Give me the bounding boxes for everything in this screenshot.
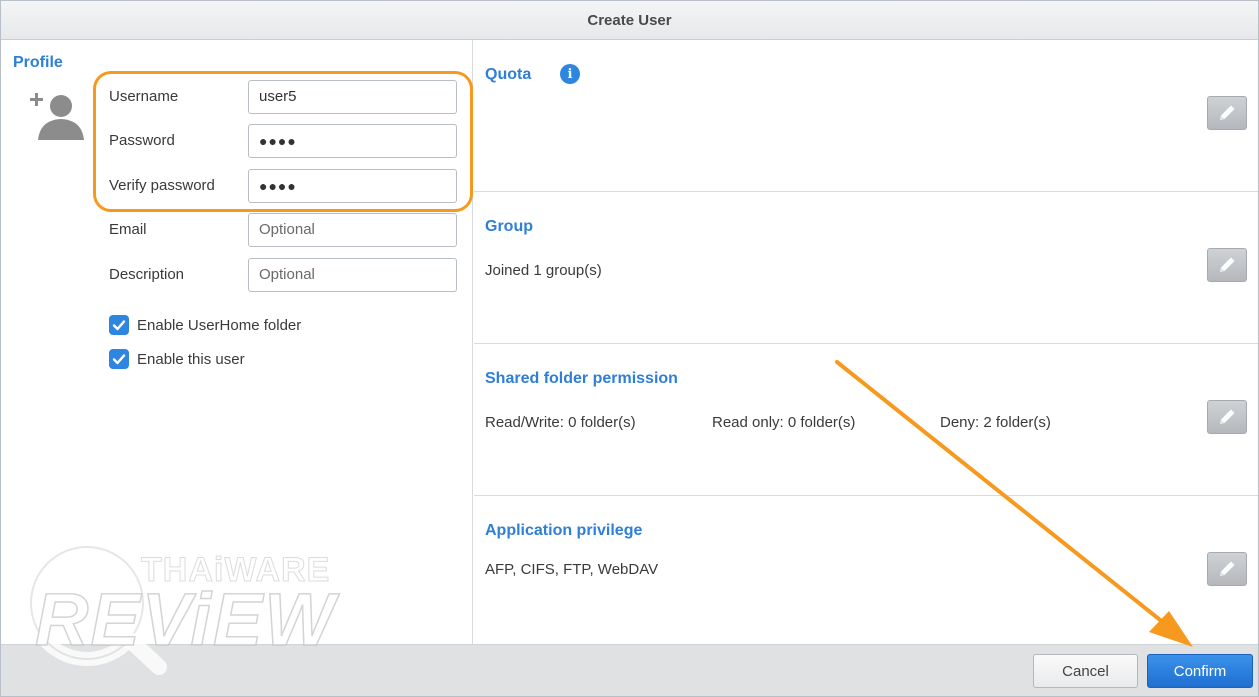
enable-user-checkbox-row[interactable]: Enable this user xyxy=(109,348,245,370)
edit-shared-folder-button[interactable] xyxy=(1207,400,1247,434)
info-icon[interactable]: i xyxy=(560,64,580,84)
pencil-icon xyxy=(1220,561,1235,576)
confirm-button[interactable]: Confirm xyxy=(1147,654,1253,688)
description-input[interactable]: Optional xyxy=(248,258,457,292)
email-input[interactable]: Optional xyxy=(248,213,457,247)
watermark-logo: THAiWARE REViEW xyxy=(19,541,379,676)
checkbox-checked-icon[interactable] xyxy=(109,315,129,335)
pencil-icon xyxy=(1220,105,1235,120)
email-label: Email xyxy=(109,221,147,238)
app-privilege-summary: AFP, CIFS, FTP, WebDAV xyxy=(485,561,659,578)
deny-count: Deny: 2 folder(s) xyxy=(940,414,1051,431)
enable-user-checkbox-label: Enable this user xyxy=(137,350,245,368)
profile-heading: Profile xyxy=(13,54,63,71)
description-label: Description xyxy=(109,266,185,283)
userhome-checkbox-row[interactable]: Enable UserHome folder xyxy=(109,314,301,336)
cancel-button[interactable]: Cancel xyxy=(1033,654,1138,688)
email-row: Email Optional xyxy=(108,213,458,247)
create-user-dialog: Create User Profile Username user5 Passw… xyxy=(0,0,1259,697)
app-privilege-heading: Application privilege xyxy=(485,522,643,539)
read-write-count: Read/Write: 0 folder(s) xyxy=(485,414,636,431)
quota-heading: Quota xyxy=(485,66,532,83)
group-section: Group Joined 1 group(s) xyxy=(474,192,1258,344)
pencil-icon xyxy=(1220,409,1235,424)
edit-group-button[interactable] xyxy=(1207,248,1247,282)
read-only-count: Read only: 0 folder(s) xyxy=(712,414,856,431)
add-user-icon[interactable] xyxy=(28,90,84,140)
edit-quota-button[interactable] xyxy=(1207,96,1247,130)
description-row: Description Optional xyxy=(108,258,458,292)
dialog-title: Create User xyxy=(1,1,1258,40)
watermark-line2: REViEW xyxy=(34,577,337,662)
pencil-icon xyxy=(1220,257,1235,272)
checkbox-checked-icon[interactable] xyxy=(109,349,129,369)
app-privilege-section: Application privilege AFP, CIFS, FTP, We… xyxy=(474,496,1258,644)
quota-section: Quota i xyxy=(474,40,1258,192)
edit-app-privilege-button[interactable] xyxy=(1207,552,1247,586)
credentials-highlight xyxy=(93,71,473,212)
group-heading: Group xyxy=(485,218,533,235)
shared-folder-heading: Shared folder permission xyxy=(485,370,678,387)
shared-folder-section: Shared folder permission Read/Write: 0 f… xyxy=(474,344,1258,496)
userhome-checkbox-label: Enable UserHome folder xyxy=(137,316,302,334)
group-summary: Joined 1 group(s) xyxy=(485,262,602,279)
